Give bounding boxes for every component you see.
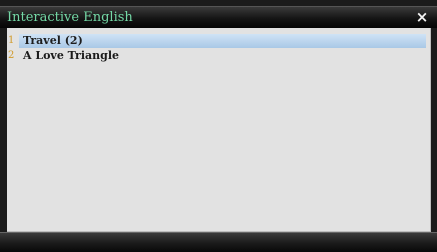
list-item-index: 2	[8, 50, 15, 61]
chapter-list: 1 Travel (2) 2 A Love Triangle	[7, 28, 431, 232]
list-item-index: 1	[8, 35, 15, 46]
list-item-a-love-triangle[interactable]: 2 A Love Triangle	[7, 49, 430, 63]
close-icon[interactable]: ×	[414, 9, 430, 25]
app-window: Interactive English × 1 Travel (2) 2 A L…	[0, 0, 437, 252]
window-title: Interactive English	[7, 10, 133, 25]
list-item-travel[interactable]: 1 Travel (2)	[7, 34, 430, 48]
list-item-label: A Love Triangle	[23, 49, 120, 62]
title-bar: Interactive English ×	[0, 6, 437, 28]
bottom-toolbar	[0, 232, 437, 252]
list-item-label: Travel (2)	[19, 34, 426, 48]
